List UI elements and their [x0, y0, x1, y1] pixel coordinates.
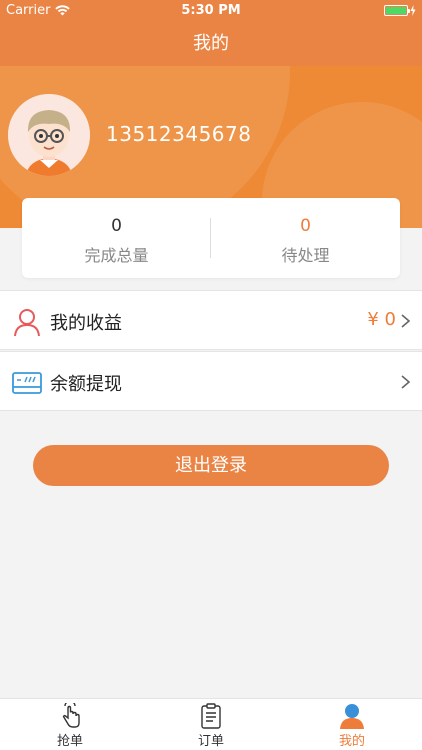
menu-item-label: 我的收益 — [50, 313, 122, 334]
status-bar: Carrier 5:30 PM — [0, 0, 422, 22]
battery-icon — [384, 5, 410, 16]
clipboard-icon — [201, 703, 221, 729]
tab-bar: 抢单 订单 我的 — [0, 698, 422, 750]
stats-card: 0 完成总量 0 待处理 — [22, 198, 400, 278]
earnings-value: ¥ 0 — [367, 309, 396, 330]
logout-button[interactable]: 退出登录 — [33, 445, 389, 486]
card-icon — [12, 372, 42, 394]
status-time: 5:30 PM — [181, 3, 241, 18]
tap-hand-icon — [62, 703, 80, 728]
user-phone: 13512345678 — [106, 122, 252, 146]
menu-item-earnings[interactable]: 我的收益 ¥ 0 — [0, 290, 422, 350]
stat-value: 0 — [111, 216, 122, 236]
menu-item-label: 余额提现 — [50, 374, 122, 395]
chevron-right-icon — [401, 375, 411, 389]
tab-orders[interactable]: 订单 — [141, 699, 281, 750]
charging-icon — [410, 5, 416, 16]
tab-label: 订单 — [197, 734, 224, 749]
stat-pending[interactable]: 0 待处理 — [211, 198, 400, 278]
stat-completed-total[interactable]: 0 完成总量 — [22, 198, 211, 278]
stat-label: 完成总量 — [84, 246, 149, 265]
avatar[interactable] — [8, 94, 90, 176]
profile-icon — [340, 704, 364, 729]
user-icon — [14, 309, 40, 337]
tab-label: 我的 — [338, 734, 365, 749]
chevron-right-icon — [401, 314, 411, 328]
avatar-illustration — [8, 94, 90, 176]
stat-value: 0 — [300, 216, 311, 236]
nav-bar: 我的 — [0, 22, 422, 66]
tab-grab-order[interactable]: 抢单 — [0, 699, 140, 750]
battery-indicator — [384, 5, 416, 16]
menu-item-withdraw[interactable]: 余额提现 — [0, 351, 422, 411]
stat-label: 待处理 — [281, 246, 330, 265]
page-title: 我的 — [193, 33, 229, 54]
tab-mine[interactable]: 我的 — [282, 699, 422, 750]
tab-label: 抢单 — [56, 734, 83, 749]
